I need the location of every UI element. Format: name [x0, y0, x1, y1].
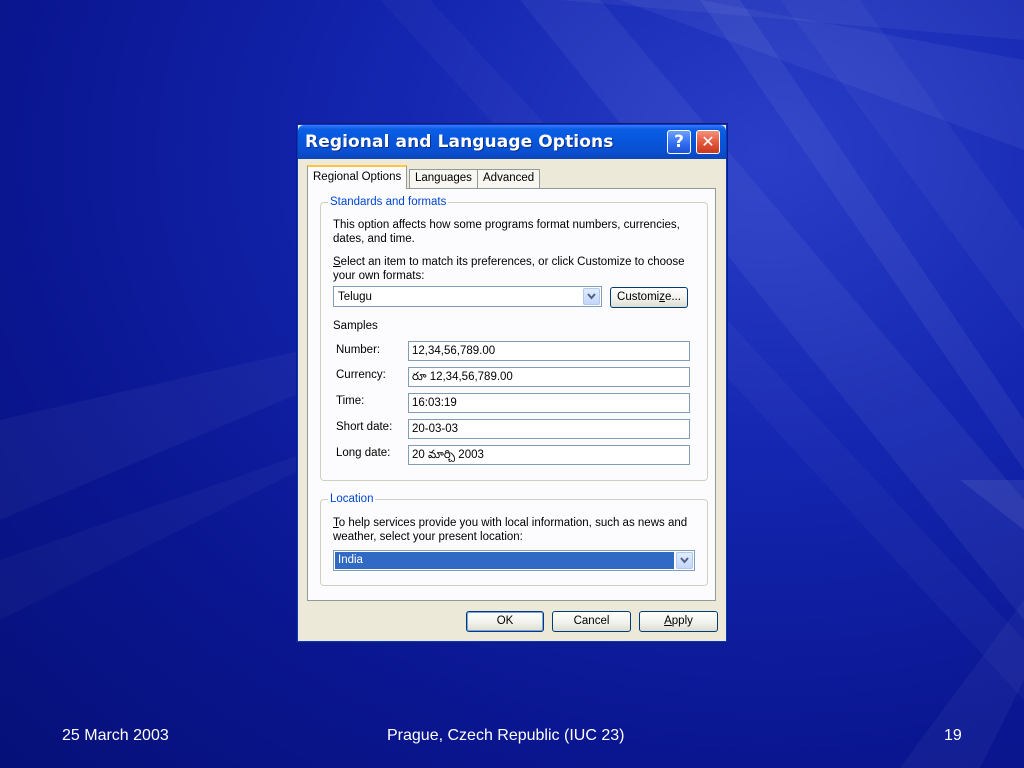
select-prompt: Select an item to match its preferences,… — [333, 255, 693, 283]
location-select-value: India — [338, 554, 363, 566]
format-select-value: Telugu — [338, 291, 372, 303]
close-icon: ✕ — [701, 132, 715, 151]
location-legend: Location — [328, 492, 376, 506]
dialog-title: Regional and Language Options — [305, 132, 614, 152]
tab-advanced[interactable]: Advanced — [477, 169, 541, 189]
apply-label: pply — [671, 615, 693, 627]
sample-label-number: Number: — [336, 344, 381, 356]
sample-label-currency: Currency: — [336, 369, 386, 381]
select-prompt-access-key: S — [333, 256, 341, 268]
chevron-down-icon[interactable] — [583, 288, 600, 305]
standards-formats-legend: Standards and formats — [328, 195, 449, 209]
help-icon: ? — [674, 132, 684, 152]
ok-button[interactable]: OK — [466, 611, 544, 632]
help-button[interactable]: ? — [667, 130, 691, 154]
sample-value-long-date: 20 మార్చి 2003 — [408, 445, 690, 465]
location-description: To help services provide you with local … — [333, 516, 695, 544]
location-group: Location To help services provide you wi… — [320, 492, 708, 586]
select-prompt-text: elect an item to match its preferences, … — [333, 256, 685, 282]
cancel-button[interactable]: Cancel — [552, 611, 631, 632]
sample-value-number: 12,34,56,789.00 — [408, 341, 690, 361]
apply-button[interactable]: Apply — [639, 611, 718, 632]
location-select[interactable]: India — [333, 550, 695, 571]
location-chevron-down-icon[interactable] — [676, 552, 693, 569]
samples-heading: Samples — [333, 320, 378, 332]
sample-label-short-date: Short date: — [336, 421, 393, 433]
location-selection-highlight — [335, 552, 674, 569]
sample-label-time: Time: — [336, 395, 365, 407]
regional-options-dialog: Regional and Language Options ? ✕ Region… — [297, 124, 727, 642]
tab-languages[interactable]: Languages — [409, 169, 478, 189]
sample-label-long-date: Long date: — [336, 447, 391, 459]
footer-venue: Prague, Czech Republic (IUC 23) — [387, 727, 625, 744]
sample-value-currency: రూ 12,34,56,789.00 — [408, 367, 690, 387]
dialog-titlebar[interactable]: Regional and Language Options ? ✕ — [298, 125, 726, 159]
regional-options-panel: Standards and formats This option affect… — [307, 188, 716, 601]
standards-description: This option affects how some programs fo… — [333, 219, 680, 245]
sample-value-short-date: 20-03-03 — [408, 419, 690, 439]
format-select[interactable]: Telugu — [333, 286, 602, 307]
location-description-text: o help services provide you with local i… — [333, 517, 688, 543]
standards-formats-group: Standards and formats This option affect… — [320, 195, 708, 481]
customize-button[interactable]: Customize... — [610, 287, 688, 308]
tab-regional-options[interactable]: Regional Options — [307, 165, 408, 189]
close-button[interactable]: ✕ — [696, 130, 720, 154]
footer-date: 25 March 2003 — [62, 727, 169, 744]
sample-value-time: 16:03:19 — [408, 393, 690, 413]
customize-label-start: Customi — [617, 291, 660, 303]
slide-page-number: 19 — [944, 727, 962, 744]
apply-access-key: A — [664, 615, 672, 627]
customize-label-end: e... — [664, 291, 681, 303]
